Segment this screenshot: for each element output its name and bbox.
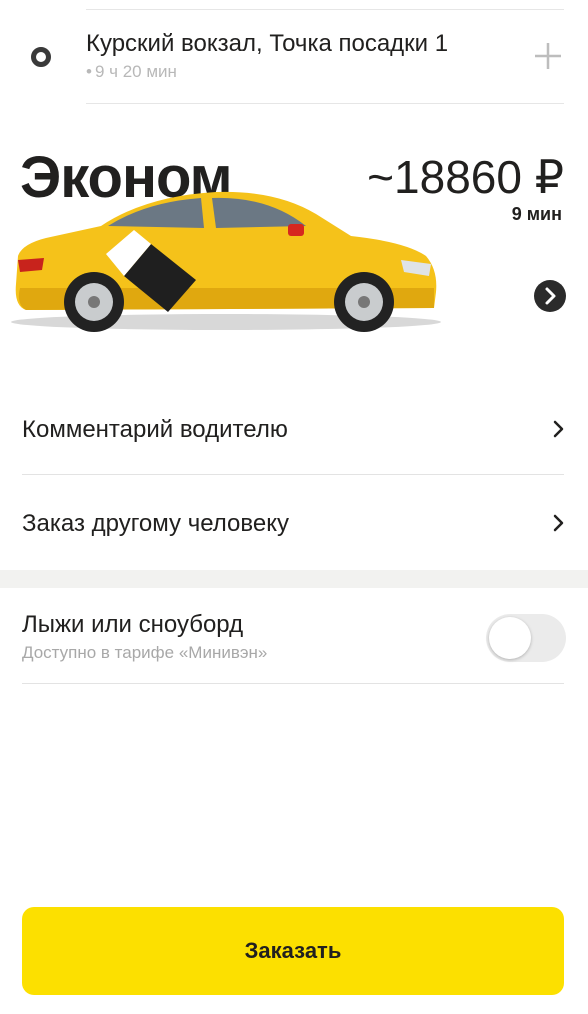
order-button[interactable]: Заказать	[22, 907, 564, 995]
divider	[86, 103, 564, 104]
add-stop-button[interactable]	[532, 40, 564, 72]
route-travel-time-value: 9 ч 20 мин	[94, 62, 177, 81]
bullet: •	[86, 62, 92, 81]
divider	[22, 683, 564, 684]
chevron-right-icon	[545, 287, 556, 305]
divider	[22, 474, 564, 475]
route-point-icon	[31, 47, 51, 67]
route-destination-row[interactable]: Курский вокзал, Точка посадки 1 • 9 ч 20 …	[0, 26, 588, 96]
order-for-other-row[interactable]: Заказ другому человеку	[0, 476, 588, 570]
tariff-eta: 9 мин	[511, 204, 562, 224]
divider	[86, 9, 564, 10]
order-for-other-label: Заказ другому человеку	[22, 510, 289, 537]
plus-icon	[535, 43, 561, 69]
route-travel-time: • 9 ч 20 мин	[86, 62, 177, 82]
driver-comment-label: Комментарий водителю	[22, 416, 288, 443]
order-screen: Курский вокзал, Точка посадки 1 • 9 ч 20 …	[0, 0, 588, 1014]
driver-comment-row[interactable]: Комментарий водителю	[0, 382, 588, 476]
order-button-label: Заказать	[244, 938, 342, 963]
tariff-next-button[interactable]	[534, 280, 566, 312]
ski-toggle[interactable]	[486, 614, 566, 662]
ski-option-subtitle: Доступно в тарифе «Минивэн»	[22, 643, 268, 662]
chevron-right-icon	[553, 420, 564, 438]
toggle-knob	[489, 617, 531, 659]
section-separator	[0, 570, 588, 588]
taxi-car-image	[11, 191, 441, 332]
route-destination-title: Курский вокзал, Точка посадки 1	[86, 30, 449, 57]
tariff-card[interactable]: Эконом ~18860 ₽ 9 мин	[0, 130, 588, 350]
chevron-right-icon	[553, 514, 564, 532]
ski-option-title: Лыжи или сноуборд	[22, 611, 244, 638]
